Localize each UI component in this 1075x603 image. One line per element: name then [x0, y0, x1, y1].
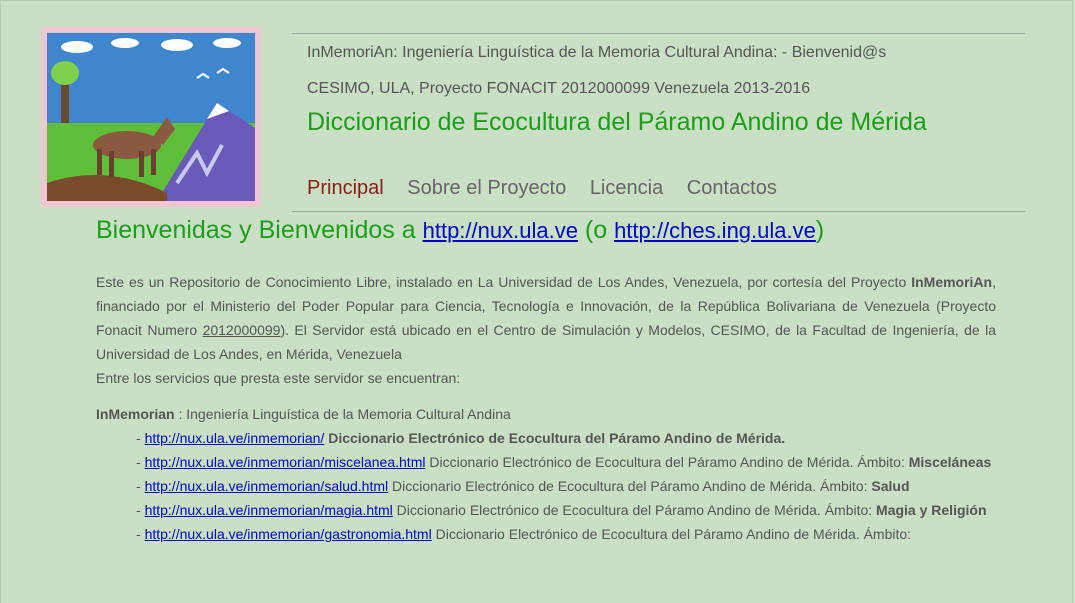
site-title[interactable]: Diccionario de Ecocultura del Páramo And… [307, 108, 927, 137]
service-text: Diccionario Electrónico de Ecocultura de… [425, 454, 909, 470]
welcome-heading: Bienvenidas y Bienvenidos a http://nux.u… [96, 216, 824, 245]
welcome-prefix: Bienvenidas y Bienvenidos a [96, 216, 423, 244]
nav-licencia[interactable]: Licencia [590, 177, 663, 199]
site-logo[interactable] [41, 27, 261, 207]
link-ches[interactable]: http://ches.ing.ula.ve [614, 218, 816, 243]
main-nav: Principal Sobre el Proyecto Licencia Con… [307, 177, 795, 200]
service-bold: Misceláneas [908, 454, 992, 470]
service-link-salud[interactable]: http://nux.ula.ve/inmemorian/salud.html [145, 478, 389, 494]
service-text: Diccionario Electrónico de Ecocultura de… [392, 502, 877, 518]
list-item: - http://nux.ula.ve/inmemorian/ Dicciona… [136, 426, 996, 450]
service-bold: Magia y Religión [876, 502, 987, 518]
intro-project-number: 2012000099 [202, 322, 281, 338]
services-intro: Entre los servicios que presta este serv… [96, 370, 461, 386]
header-project-line: CESIMO, ULA, Proyecto FONACIT 2012000099… [307, 80, 811, 97]
nav-divider [292, 211, 1025, 212]
header-subtitle: InMemoriAn: Ingeniería Linguística de la… [307, 44, 887, 61]
service-bold: Salud [871, 478, 910, 494]
services-heading-bold: InMemorian [96, 406, 175, 422]
nav-sobre-el-proyecto[interactable]: Sobre el Proyecto [407, 177, 566, 199]
list-item: - http://nux.ula.ve/inmemorian/magia.htm… [136, 498, 996, 522]
services-heading: InMemorian : Ingeniería Linguística de l… [96, 402, 996, 426]
list-dash: - [136, 454, 145, 470]
service-text: Diccionario Electrónico de Ecocultura de… [388, 478, 872, 494]
service-link-miscelanea[interactable]: http://nux.ula.ve/inmemorian/miscelanea.… [145, 454, 426, 470]
welcome-middle: (o [577, 216, 615, 244]
intro-text-a: Este es un Repositorio de Conocimiento L… [96, 274, 912, 290]
service-link-magia[interactable]: http://nux.ula.ve/inmemorian/magia.html [145, 502, 393, 518]
list-dash: - [136, 430, 145, 446]
service-text: Diccionario Electrónico de Ecocultura de… [431, 526, 912, 542]
list-dash: - [136, 502, 145, 518]
list-dash: - [136, 526, 145, 542]
intro-project-name: InMemoriAn [911, 274, 993, 290]
list-dash: - [136, 478, 145, 494]
service-link-inmemorian[interactable]: http://nux.ula.ve/inmemorian/ [145, 430, 325, 446]
list-item: - http://nux.ula.ve/inmemorian/salud.htm… [136, 474, 996, 498]
main-content: Este es un Repositorio de Conocimiento L… [96, 270, 996, 546]
service-link-gastronomia[interactable]: http://nux.ula.ve/inmemorian/gastronomia… [145, 526, 432, 542]
list-item: - http://nux.ula.ve/inmemorian/gastronom… [136, 522, 996, 546]
services-heading-rest: : Ingeniería Linguística de la Memoria C… [174, 406, 511, 422]
link-nux[interactable]: http://nux.ula.ve [423, 218, 578, 243]
header-band: InMemoriAn: Ingeniería Linguística de la… [292, 33, 1025, 136]
list-item: - http://nux.ula.ve/inmemorian/miscelane… [136, 450, 996, 474]
painting-horse-mountain-image [47, 33, 255, 201]
service-bold: Diccionario Electrónico de Ecocultura de… [328, 430, 786, 446]
nav-principal[interactable]: Principal [307, 177, 384, 199]
services-list: - http://nux.ula.ve/inmemorian/ Dicciona… [136, 426, 996, 546]
welcome-suffix: ) [815, 216, 825, 244]
nav-contactos[interactable]: Contactos [687, 177, 777, 199]
intro-paragraph: Este es un Repositorio de Conocimiento L… [96, 270, 996, 366]
